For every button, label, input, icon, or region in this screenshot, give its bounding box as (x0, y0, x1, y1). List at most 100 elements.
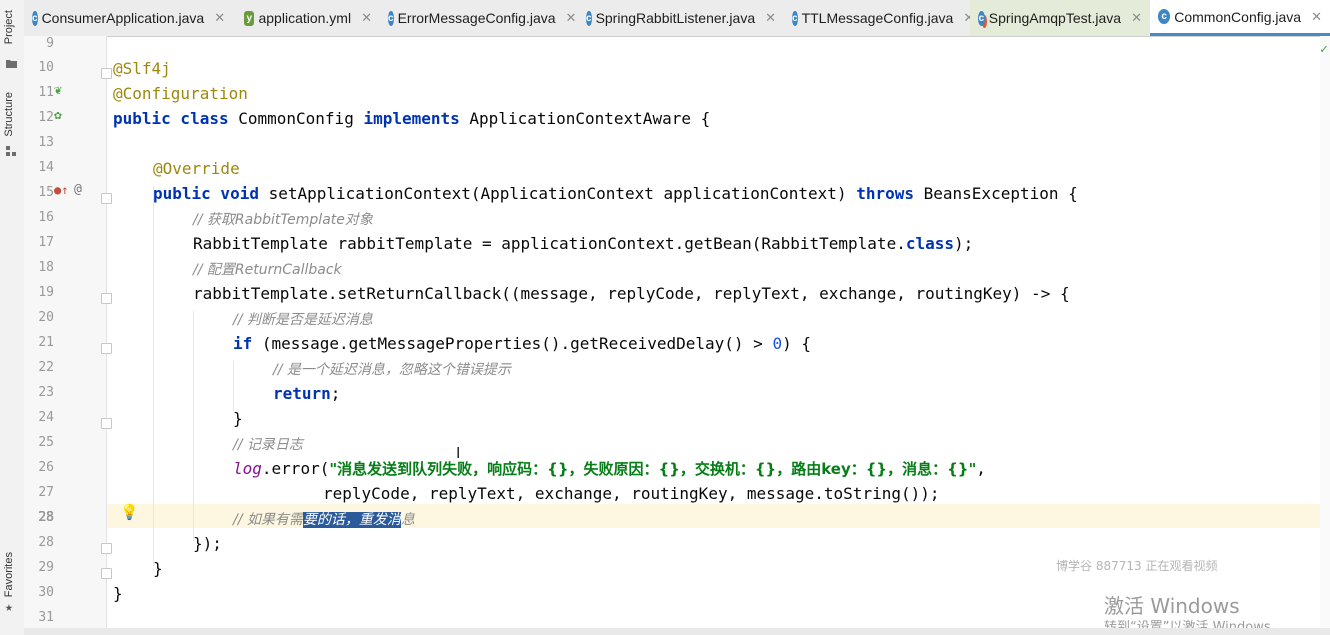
tab-ttl-message-config[interactable]: c TTLMessageConfig.java ✕ (784, 0, 974, 36)
code-text: ; (330, 384, 341, 403)
indent-guide (193, 311, 194, 541)
code-text: , (976, 459, 986, 478)
favorites-tool-label: Favorites (3, 552, 15, 598)
editor-tab-bar: c ConsumerApplication.java ✕ y applicati… (24, 0, 1330, 37)
line-number: 12 (38, 110, 54, 125)
close-icon[interactable]: ✕ (361, 10, 372, 26)
annotation: @Slf4j (113, 59, 171, 78)
code-line-20: // 判断是否是延迟消息 (233, 306, 373, 331)
check-icon[interactable]: ✓ (1320, 42, 1328, 57)
code-line-31: } (113, 581, 123, 606)
spring-config-icon[interactable]: ✿ (54, 108, 62, 123)
line-number: 9 (46, 36, 54, 51)
tab-label: CommonConfig.java (1174, 8, 1302, 25)
code-text: } (233, 409, 243, 428)
code-line-18: // 配置ReturnCallback (193, 256, 342, 281)
code-line-26: log.error("消息发送到队列失败，响应码：{}，失败原因：{}，交换机：… (233, 456, 986, 481)
comment: // 获取RabbitTemplate对象 (193, 212, 373, 228)
tab-label: ConsumerApplication.java (41, 10, 205, 26)
code-text: replyCode, replyText, exchange, routingK… (323, 484, 940, 503)
annotation: @Override (153, 159, 240, 178)
test-class-icon: c (978, 10, 985, 26)
structure-tool-label: Structure (3, 92, 15, 137)
tab-spring-amqp-test[interactable]: c SpringAmqpTest.java ✕ (970, 0, 1150, 36)
code-text: ); (954, 234, 974, 253)
code-line-14: @Override (153, 156, 240, 181)
close-icon[interactable]: ✕ (765, 10, 776, 26)
star-icon: ★ (5, 600, 13, 615)
activate-windows-title: 激活 Windows (1104, 594, 1240, 618)
keyword: if (233, 334, 253, 353)
line-number: 16 (38, 210, 54, 225)
tab-common-config[interactable]: c CommonConfig.java ✕ (1150, 0, 1330, 36)
comment: // 如果有需 (233, 512, 303, 528)
tab-label: application.yml (258, 10, 352, 26)
tab-label: SpringAmqpTest.java (988, 10, 1122, 26)
code-line-21: if (message.getMessageProperties().getRe… (233, 331, 811, 356)
code-line-25: // 记录日志 (233, 431, 303, 456)
line-number: 19 (38, 285, 54, 300)
project-tool-label: Project (3, 10, 15, 45)
line-number: 30 (38, 585, 54, 600)
close-icon[interactable]: ✕ (1131, 10, 1142, 26)
line-number: 31 (38, 610, 54, 625)
code-text: } (113, 584, 123, 603)
comment: // 配置ReturnCallback (193, 262, 342, 278)
project-tool-button[interactable]: Project (3, 10, 15, 44)
code-editor[interactable]: @Slf4j @Configuration public class Commo… (106, 36, 1320, 626)
line-number: 17 (38, 235, 54, 250)
line-number: 27 (38, 485, 54, 500)
string-literal: "消息发送到队列失败，响应码：{}，失败原因：{}，交换机：{}，路由key：{… (329, 460, 977, 478)
keyword: public class (113, 109, 229, 128)
close-icon[interactable]: ✕ (214, 10, 225, 26)
tab-spring-rabbit-listener[interactable]: c SpringRabbitListener.java ✕ (578, 0, 784, 36)
code-line-10: @Slf4j (113, 56, 171, 81)
line-number: 28 (38, 510, 54, 525)
line-number: 29 (38, 560, 54, 575)
code-text: }); (193, 534, 222, 553)
code-line-27: replyCode, replyText, exchange, routingK… (323, 481, 940, 506)
code-line-16: // 获取RabbitTemplate对象 (193, 206, 373, 231)
keyword: throws (856, 184, 914, 203)
line-number: 20 (38, 310, 54, 325)
implements-method-icon[interactable]: ●↑ (54, 183, 68, 197)
error-stripe[interactable] (1320, 36, 1330, 635)
class-name: CommonConfig (228, 109, 364, 128)
line-number: 18 (38, 260, 54, 275)
line-number: 22 (38, 360, 54, 375)
code-line-29: }); (193, 531, 222, 556)
line-number-gutter: 9 10 11 12 13 14 15 16 17 18 19 20 21 22… (24, 36, 139, 635)
code-line-24: } (233, 406, 243, 431)
text-cursor-icon: I (456, 444, 461, 462)
structure-icon (6, 146, 16, 156)
indent-guide (153, 186, 154, 566)
favorites-tool-button[interactable]: Favorites (3, 552, 15, 597)
code-text: .error( (261, 459, 330, 478)
number-literal: 0 (772, 334, 783, 353)
line-number: 15 (38, 185, 54, 200)
code-text: setApplicationContext(ApplicationContext… (258, 184, 857, 203)
spring-bean-icon[interactable]: ❦ (54, 83, 62, 98)
comment: // 记录日志 (233, 437, 303, 453)
code-line-19: rabbitTemplate.setReturnCallback((messag… (193, 281, 1070, 306)
close-icon[interactable]: ✕ (566, 10, 577, 26)
tab-application-yml[interactable]: y application.yml ✕ (236, 0, 380, 36)
class-icon: c (388, 10, 394, 26)
override-at-icon[interactable]: @ (74, 182, 82, 197)
line-number: 24 (38, 410, 54, 425)
close-icon[interactable]: ✕ (1311, 9, 1322, 25)
structure-tool-button[interactable]: Structure (3, 92, 15, 137)
line-number: 13 (38, 135, 54, 150)
tab-label: TTLMessageConfig.java (801, 10, 954, 26)
text-selection: 要的话，重发消 (302, 512, 401, 528)
keyword: implements (363, 109, 460, 128)
tab-error-message-config[interactable]: c ErrorMessageConfig.java ✕ (380, 0, 578, 36)
code-text: } (153, 559, 163, 578)
comment: // 是一个延迟消息，忽略这个错误提示 (273, 362, 511, 378)
code-line-12: public class CommonConfig implements App… (113, 106, 710, 131)
code-text: rabbitTemplate.setReturnCallback((messag… (193, 284, 1070, 303)
tool-window-strip: Project Structure Favorites ★ (0, 0, 25, 635)
watcher-watermark: 博学谷 887713 正在观看视频 (1056, 559, 1218, 573)
tab-consumer-application[interactable]: c ConsumerApplication.java ✕ (24, 0, 230, 36)
line-number: 11 (38, 85, 54, 100)
